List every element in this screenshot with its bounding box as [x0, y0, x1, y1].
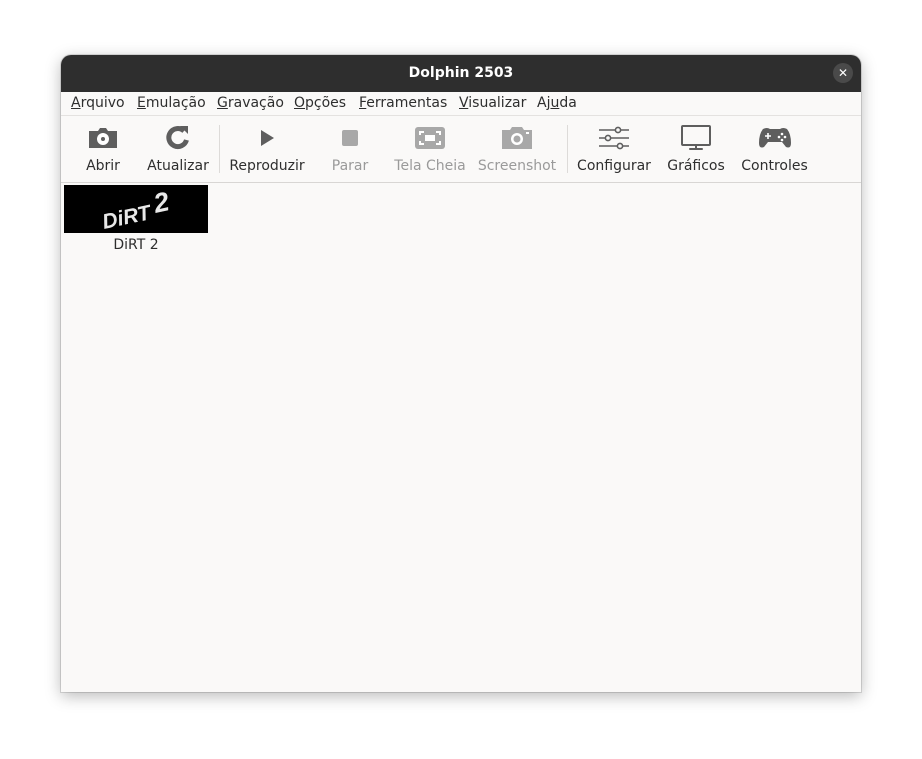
menu-arquivo[interactable]: Arquivo	[71, 92, 125, 114]
game-cover: DiRT 2	[64, 185, 208, 233]
menu-ferramentas[interactable]: Ferramentas	[359, 92, 447, 114]
title-bar[interactable]: Dolphin 2503 ✕	[61, 55, 861, 92]
open-button[interactable]: Abrir	[83, 116, 123, 182]
game-tile[interactable]: DiRT 2 DiRT 2	[64, 185, 208, 253]
menu-ajuda[interactable]: Ajuda	[537, 92, 577, 114]
disc-open-icon	[89, 128, 117, 148]
play-icon	[261, 130, 274, 146]
toolbar: Abrir Atualizar Reproduzir Parar Tela Ch…	[61, 116, 861, 183]
controllers-button[interactable]: Controles	[741, 116, 808, 182]
game-list[interactable]: DiRT 2 DiRT 2	[61, 183, 861, 692]
window-title: Dolphin 2503	[408, 65, 514, 81]
main-window: Dolphin 2503 ✕ Arquivo Emulação Gravação…	[61, 55, 861, 692]
monitor-icon	[681, 125, 711, 150]
game-name: DiRT 2	[113, 237, 159, 253]
menu-opcoes[interactable]: Opções	[294, 92, 346, 114]
refresh-icon	[166, 126, 189, 150]
menu-emulacao[interactable]: Emulação	[137, 92, 206, 114]
camera-icon	[502, 127, 532, 149]
gamepad-icon	[758, 128, 791, 148]
close-button[interactable]: ✕	[833, 63, 853, 83]
screenshot-button[interactable]: Screenshot	[478, 116, 556, 182]
sliders-icon	[599, 126, 629, 150]
menu-gravacao[interactable]: Gravação	[217, 92, 284, 114]
close-icon: ✕	[837, 66, 849, 80]
screenshot-label: Screenshot	[477, 158, 557, 174]
refresh-button[interactable]: Atualizar	[147, 116, 209, 182]
stop-button[interactable]: Parar	[331, 116, 369, 182]
menu-visualizar[interactable]: Visualizar	[459, 92, 526, 114]
graphics-button[interactable]: Gráficos	[667, 116, 725, 182]
configure-button[interactable]: Configurar	[577, 116, 651, 182]
stop-icon	[342, 130, 358, 146]
fullscreen-button[interactable]: Tela Cheia	[394, 116, 466, 182]
play-button[interactable]: Reproduzir	[229, 116, 305, 182]
controllers-label: Controles	[741, 158, 808, 174]
fullscreen-icon	[415, 127, 445, 149]
play-label: Reproduzir	[229, 158, 305, 174]
menu-bar: Arquivo Emulação Gravação Opções Ferrame…	[61, 92, 861, 116]
